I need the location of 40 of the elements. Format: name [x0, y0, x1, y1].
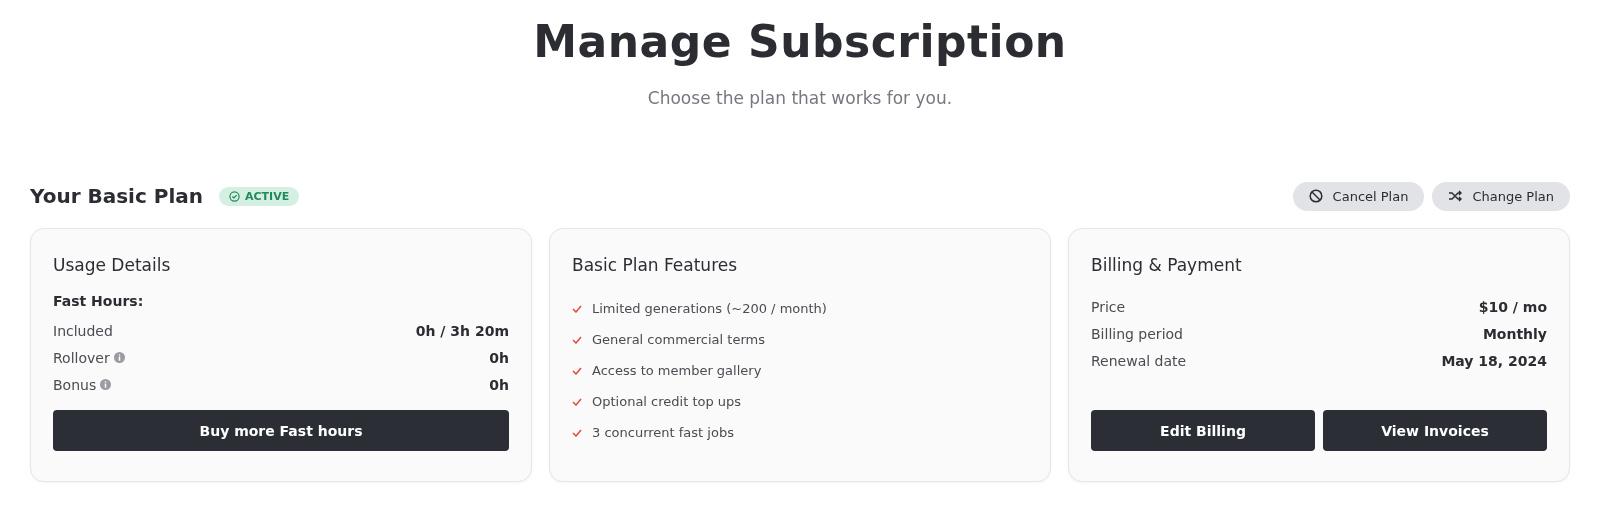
- row-value: May 18, 2024: [1441, 352, 1547, 369]
- row-label: Bonus: [53, 376, 97, 393]
- row-label: Renewal date: [1091, 352, 1187, 369]
- check-icon: [572, 335, 582, 344]
- feature-text: General commercial terms: [592, 332, 765, 347]
- row-label: Rollover: [53, 349, 110, 366]
- row-label: Included: [53, 322, 113, 339]
- status-label: ACTIVE: [245, 189, 290, 203]
- info-icon: [100, 379, 112, 390]
- page-title: Manage Subscription: [533, 15, 1067, 69]
- row-value: 0h: [489, 349, 509, 366]
- billing-button[interactable]: View Invoices: [1323, 410, 1547, 451]
- billing-button[interactable]: Edit Billing: [1091, 410, 1315, 451]
- feature-text: Access to member gallery: [592, 363, 762, 378]
- row-value: 0h / 3h 20m: [415, 322, 509, 339]
- group-label: Fast Hours:: [53, 293, 145, 309]
- buy-hours-button[interactable]: Buy more Fast hours: [53, 410, 509, 451]
- row-value: 0h: [489, 376, 509, 393]
- card-title: Usage Details: [53, 255, 172, 275]
- feature-text: 3 concurrent fast jobs: [592, 425, 734, 440]
- feature-text: Limited generations (~200 / month): [592, 301, 827, 316]
- check-icon: [572, 397, 582, 406]
- prohibited-icon: [1308, 189, 1323, 203]
- check-icon: [572, 366, 582, 375]
- change-plan-button[interactable]: Change Plan: [1432, 181, 1570, 211]
- shuffle-icon: [1448, 189, 1463, 203]
- row-label: Billing period: [1091, 325, 1183, 342]
- row-label: Price: [1091, 298, 1126, 315]
- check-icon: [572, 304, 582, 313]
- card-title: Billing & Payment: [1091, 255, 1243, 275]
- plan-title: Your Basic Plan: [30, 184, 204, 208]
- check-circle-icon: [229, 190, 241, 202]
- feature-text: Optional credit top ups: [592, 394, 742, 409]
- check-icon: [572, 428, 582, 437]
- row-value: $10 / mo: [1478, 298, 1547, 315]
- card-title: Basic Plan Features: [572, 255, 739, 275]
- info-icon: [113, 352, 125, 363]
- page-subtitle: Choose the plan that works for you.: [647, 88, 953, 108]
- row-value: Monthly: [1482, 325, 1547, 342]
- cancel-plan-button[interactable]: Cancel Plan: [1292, 181, 1425, 211]
